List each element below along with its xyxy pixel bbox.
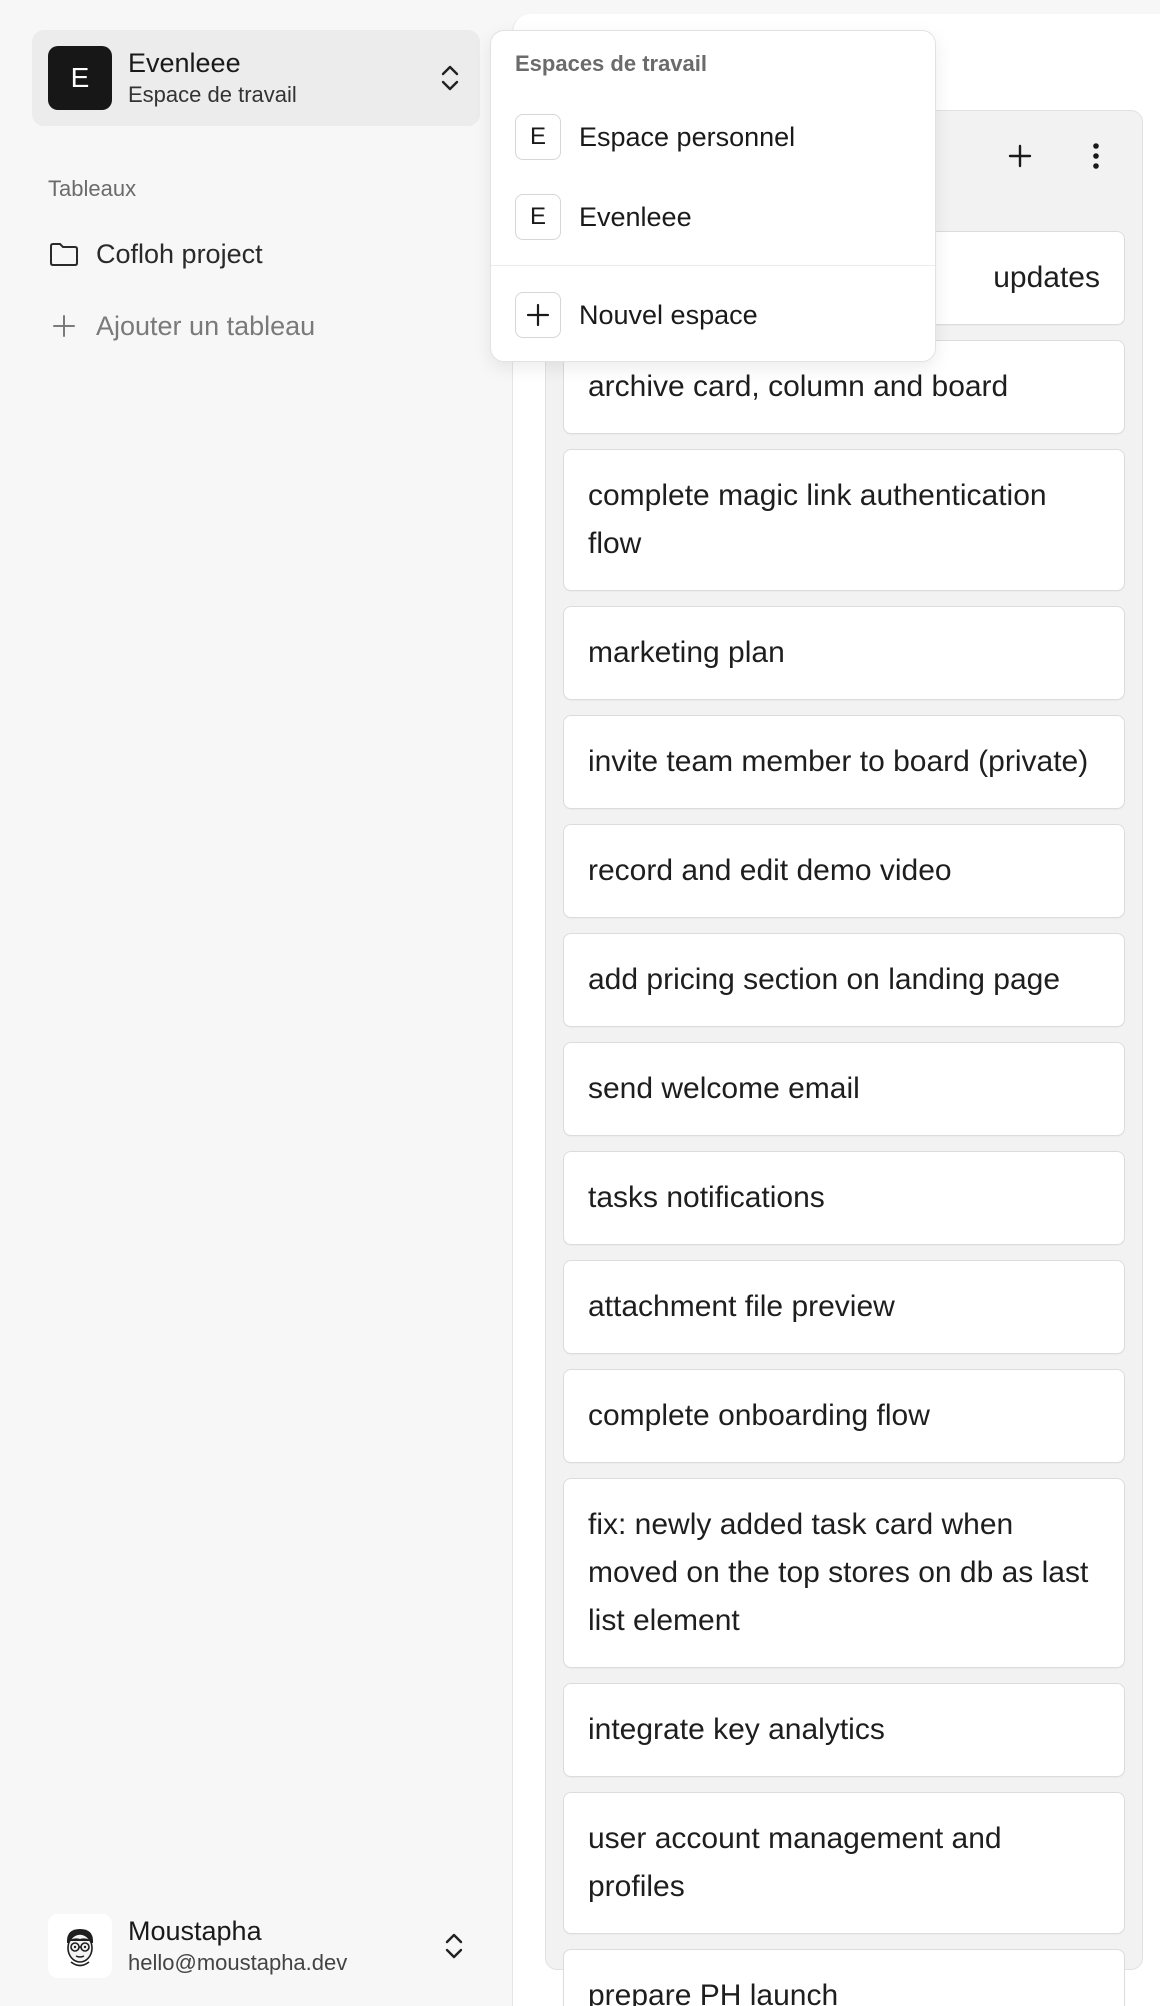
card-list: updates archive card, column and board com… — [563, 231, 1125, 2006]
user-avatar — [48, 1914, 112, 1978]
workspace-name: Evenleee — [128, 48, 241, 78]
chevrons-up-down-icon — [440, 1929, 468, 1963]
workspace-badge: E — [515, 114, 561, 160]
new-workspace-label: Nouvel espace — [579, 299, 758, 330]
task-card[interactable]: user account management and profiles — [563, 1792, 1125, 1934]
workspace-subtitle: Espace de travail — [128, 82, 297, 107]
task-card[interactable]: fix: newly added task card when moved on… — [563, 1478, 1125, 1668]
workspace-text: Evenleee Espace de travail — [128, 46, 436, 110]
folder-icon — [48, 238, 80, 270]
column-menu-button[interactable] — [1076, 136, 1116, 176]
new-workspace-button[interactable]: Nouvel espace — [515, 291, 758, 339]
task-card[interactable]: complete magic link authentication flow — [563, 449, 1125, 591]
workspace-option-personal[interactable]: E Espace personnel — [515, 113, 795, 161]
task-card[interactable]: add pricing section on landing page — [563, 933, 1125, 1027]
workspace-option-label: Evenleee — [579, 201, 692, 232]
task-card[interactable]: complete onboarding flow — [563, 1369, 1125, 1463]
add-card-button[interactable] — [1000, 136, 1040, 176]
plus-icon — [1008, 144, 1032, 168]
task-card[interactable]: prepare PH launch — [563, 1949, 1125, 2006]
plus-icon — [515, 292, 561, 338]
task-card[interactable]: record and edit demo video — [563, 824, 1125, 918]
task-card[interactable]: integrate key analytics — [563, 1683, 1125, 1777]
chevrons-up-down-icon — [436, 61, 464, 95]
more-vertical-icon — [1093, 143, 1099, 169]
workspace-dropdown: Espaces de travail E Espace personnel E … — [490, 30, 936, 362]
task-card[interactable]: invite team member to board (private) — [563, 715, 1125, 809]
sidebar-item-cofloh-project[interactable]: Cofloh project — [48, 232, 263, 276]
workspace-badge: E — [515, 194, 561, 240]
dropdown-divider — [491, 265, 935, 266]
workspace-option-label: Espace personnel — [579, 121, 796, 152]
add-board-button[interactable]: Ajouter un tableau — [48, 304, 315, 348]
user-email: hello@moustapha.dev — [128, 1950, 348, 1975]
user-text: Moustapha hello@moustapha.dev — [128, 1914, 440, 1978]
dropdown-title: Espaces de travail — [515, 51, 708, 76]
task-card[interactable]: marketing plan — [563, 606, 1125, 700]
task-card[interactable]: tasks notifications — [563, 1151, 1125, 1245]
user-name: Moustapha — [128, 1916, 262, 1946]
task-card[interactable]: send welcome email — [563, 1042, 1125, 1136]
add-board-label: Ajouter un tableau — [96, 310, 316, 341]
user-menu[interactable]: Moustapha hello@moustapha.dev — [48, 1910, 468, 1982]
workspace-switcher[interactable]: E Evenleee Espace de travail — [32, 30, 480, 126]
column-actions — [1000, 136, 1116, 176]
sidebar: E Evenleee Espace de travail Tableaux Co… — [0, 0, 510, 2006]
boards-section-label: Tableaux — [48, 176, 137, 201]
board-label: Cofloh project — [96, 238, 263, 269]
task-card[interactable]: attachment file preview — [563, 1260, 1125, 1354]
workspace-option-evenleee[interactable]: E Evenleee — [515, 193, 692, 241]
plus-icon — [48, 310, 80, 342]
workspace-avatar: E — [48, 46, 112, 110]
